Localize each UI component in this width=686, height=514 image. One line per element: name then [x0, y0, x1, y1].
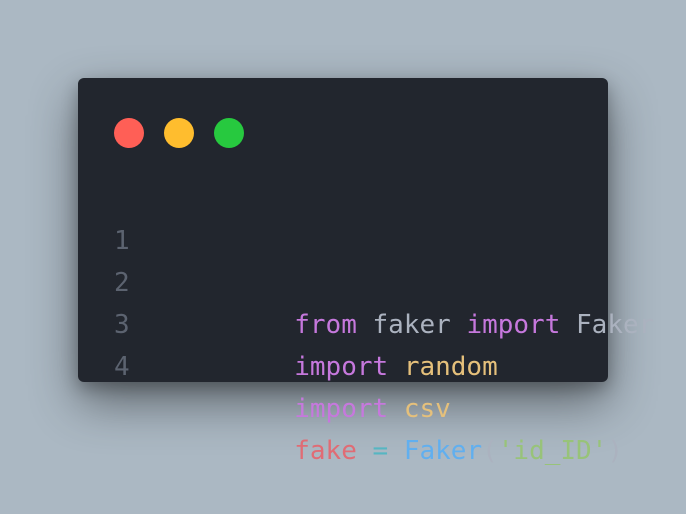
code-line: 2 import random	[78, 220, 608, 382]
maximize-button[interactable]	[214, 118, 244, 148]
code-block: 1 from faker import Faker 2 import rando…	[78, 178, 654, 466]
code-line: 3 import csv	[78, 262, 608, 424]
code-token: =	[372, 436, 389, 466]
close-button[interactable]	[114, 118, 144, 148]
line-content: fake = Faker('id_ID')	[169, 388, 623, 514]
minimize-button[interactable]	[164, 118, 194, 148]
line-number: 4	[114, 352, 130, 382]
code-line: 1 from faker import Faker	[78, 178, 654, 340]
code-token: 'id_ID'	[497, 436, 608, 466]
code-token: Faker	[403, 436, 483, 466]
code-line: 4 fake = Faker('id_ID')	[78, 304, 623, 466]
code-token: fake	[294, 436, 357, 466]
code-token: (	[482, 436, 498, 466]
code-token: )	[607, 436, 623, 466]
code-window: 1 from faker import Faker 2 import rando…	[78, 78, 654, 466]
